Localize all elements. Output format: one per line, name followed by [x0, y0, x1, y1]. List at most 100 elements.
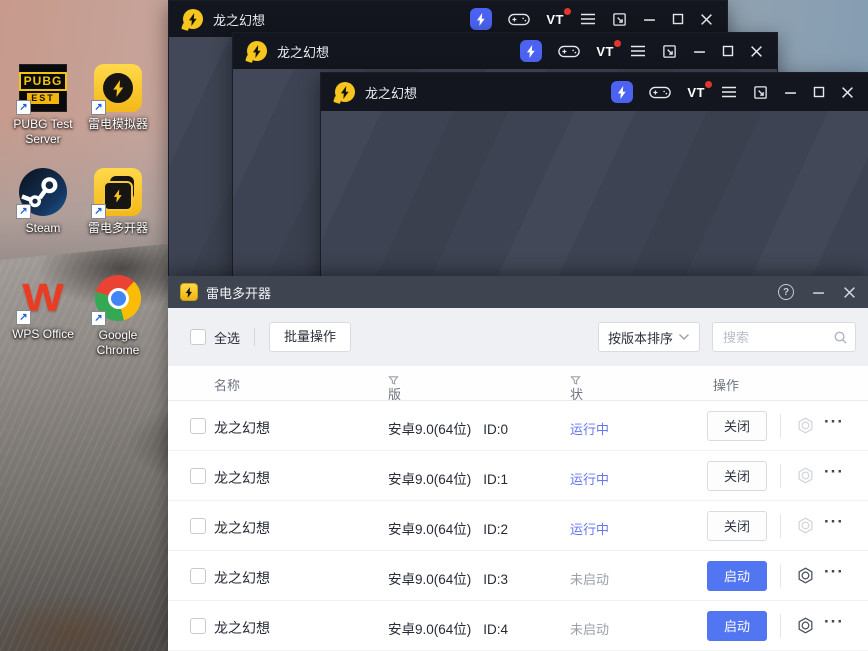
boost-icon[interactable] — [470, 8, 493, 30]
stop-button[interactable]: 关闭 — [707, 511, 767, 541]
settings-gear-icon[interactable] — [796, 566, 815, 590]
minimize-button[interactable] — [812, 286, 825, 299]
emulator-titlebar[interactable]: 龙之幻想 VT — [321, 73, 868, 111]
menu-icon[interactable] — [630, 45, 646, 57]
icon-label: Steam — [25, 221, 61, 235]
gamepad-icon[interactable] — [649, 85, 672, 100]
close-button[interactable] — [700, 13, 713, 26]
start-button[interactable]: 启动 — [707, 561, 767, 591]
ldplayer-logo-icon — [183, 9, 203, 29]
header-version: 版本/编号 — [388, 375, 405, 459]
sort-dropdown[interactable]: 按版本排序 — [598, 322, 700, 352]
emulator-titlebar[interactable]: 龙之幻想 VT — [233, 33, 777, 69]
gamepad-icon[interactable] — [508, 12, 531, 27]
maximize-button[interactable] — [722, 45, 734, 57]
minimize-button[interactable] — [643, 13, 656, 26]
instance-row: 龙之幻想 安卓9.0(64位) ID:2 运行中 关闭 ··· — [168, 501, 868, 551]
window-title: 龙之幻想 — [365, 85, 418, 101]
screen: PUBG EST ↗ PUBG Test Server ↗ 雷电模拟器 ↗ St… — [0, 0, 868, 651]
desktop-icon-ld-multiplayer[interactable]: ↗ 雷电多开器 — [79, 168, 157, 236]
more-icon[interactable]: ··· — [824, 512, 844, 532]
row-checkbox[interactable] — [190, 468, 206, 484]
close-button[interactable] — [843, 286, 856, 299]
select-all-label: 全选 — [214, 330, 241, 346]
toolbar-divider — [254, 328, 256, 346]
ldplayer-logo-icon — [247, 41, 267, 61]
sort-dropdown-value: 按版本排序 — [608, 330, 674, 346]
chrome-icon: ↗ — [91, 275, 142, 326]
row-checkbox[interactable] — [190, 618, 206, 634]
multiplayer-manager-window: 雷电多开器 ? 全选 批量操作 按版本排序 搜索 名称 版 状 操作 龙之幻想 … — [168, 276, 868, 651]
row-divider — [780, 464, 781, 488]
status-badge: 未启动 — [570, 572, 610, 587]
desktop-icon-steam[interactable]: ↗ Steam — [4, 168, 82, 236]
boost-icon[interactable] — [611, 81, 634, 103]
manager-titlebar[interactable]: 雷电多开器 ? — [168, 276, 868, 308]
search-icon — [834, 331, 847, 344]
instance-version: 安卓9.0(64位) ID:2 — [388, 522, 509, 537]
desktop-icon-google-chrome[interactable]: ↗ Google Chrome — [79, 274, 157, 358]
instance-version: 安卓9.0(64位) ID:3 — [388, 572, 509, 587]
select-all-checkbox[interactable] — [190, 329, 206, 345]
close-button[interactable] — [750, 45, 763, 58]
minimize-button[interactable] — [784, 86, 797, 99]
more-icon[interactable]: ··· — [824, 412, 844, 432]
header-ops: 操作 — [713, 378, 740, 393]
emulator-window-3: 龙之幻想 VT — [320, 72, 868, 280]
instance-version: 安卓9.0(64位) ID:0 — [388, 422, 509, 437]
settings-gear-icon[interactable] — [796, 616, 815, 640]
ldplayer-icon: ↗ — [91, 64, 142, 115]
popout-icon[interactable] — [612, 12, 627, 27]
shortcut-arrow-icon: ↗ — [91, 311, 106, 326]
settings-gear-icon[interactable] — [796, 466, 815, 490]
vt-toggle[interactable]: VT — [687, 80, 712, 100]
row-divider — [780, 414, 781, 438]
maximize-button[interactable] — [672, 13, 684, 25]
shortcut-arrow-icon: ↗ — [16, 204, 31, 219]
vt-toggle[interactable]: VT — [596, 39, 621, 59]
more-icon[interactable]: ··· — [824, 612, 844, 632]
minimize-button[interactable] — [693, 45, 706, 58]
instance-row: 龙之幻想 安卓9.0(64位) ID:1 运行中 关闭 ··· — [168, 451, 868, 501]
menu-icon[interactable] — [580, 13, 596, 25]
start-button[interactable]: 启动 — [707, 611, 767, 641]
instance-row: 龙之幻想 安卓9.0(64位) ID:0 运行中 关闭 ··· — [168, 401, 868, 451]
help-icon[interactable]: ? — [778, 284, 794, 300]
gamepad-icon[interactable] — [558, 44, 581, 59]
vt-toggle[interactable]: VT — [546, 7, 571, 27]
row-divider — [780, 564, 781, 588]
stop-button[interactable]: 关闭 — [707, 461, 767, 491]
row-checkbox[interactable] — [190, 568, 206, 584]
boost-icon[interactable] — [520, 40, 543, 62]
row-divider — [780, 614, 781, 638]
more-icon[interactable]: ··· — [824, 562, 844, 582]
window-title: 龙之幻想 — [277, 44, 330, 60]
search-box — [712, 322, 856, 352]
status-badge: 运行中 — [570, 522, 610, 537]
icon-label: Google Chrome — [96, 328, 140, 357]
shortcut-arrow-icon: ↗ — [91, 204, 106, 219]
popout-icon[interactable] — [662, 44, 677, 59]
header-status: 状态 — [570, 375, 583, 421]
stop-button[interactable]: 关闭 — [707, 411, 767, 441]
close-button[interactable] — [841, 86, 854, 99]
desktop-icon-ldplayer[interactable]: ↗ 雷电模拟器 — [79, 64, 157, 132]
shortcut-arrow-icon: ↗ — [16, 310, 31, 325]
row-checkbox[interactable] — [190, 418, 206, 434]
desktop-icon-wps-office[interactable]: W ↗ WPS Office — [4, 274, 82, 342]
vt-label: VT — [687, 84, 705, 100]
manager-toolbar: 全选 批量操作 按版本排序 — [168, 308, 868, 366]
settings-gear-icon[interactable] — [796, 416, 815, 440]
window-title: 龙之幻想 — [213, 12, 266, 28]
menu-icon[interactable] — [721, 86, 737, 98]
batch-operations-button[interactable]: 批量操作 — [269, 322, 352, 352]
row-checkbox[interactable] — [190, 518, 206, 534]
maximize-button[interactable] — [813, 86, 825, 98]
settings-gear-icon[interactable] — [796, 516, 815, 540]
more-icon[interactable]: ··· — [824, 462, 844, 482]
pubg-icon: PUBG EST ↗ — [16, 64, 68, 115]
notification-dot — [614, 39, 621, 47]
desktop-icon-pubg-test-server[interactable]: PUBG EST ↗ PUBG Test Server — [4, 64, 82, 147]
ldplayer-logo-icon — [335, 82, 355, 102]
popout-icon[interactable] — [753, 85, 768, 100]
